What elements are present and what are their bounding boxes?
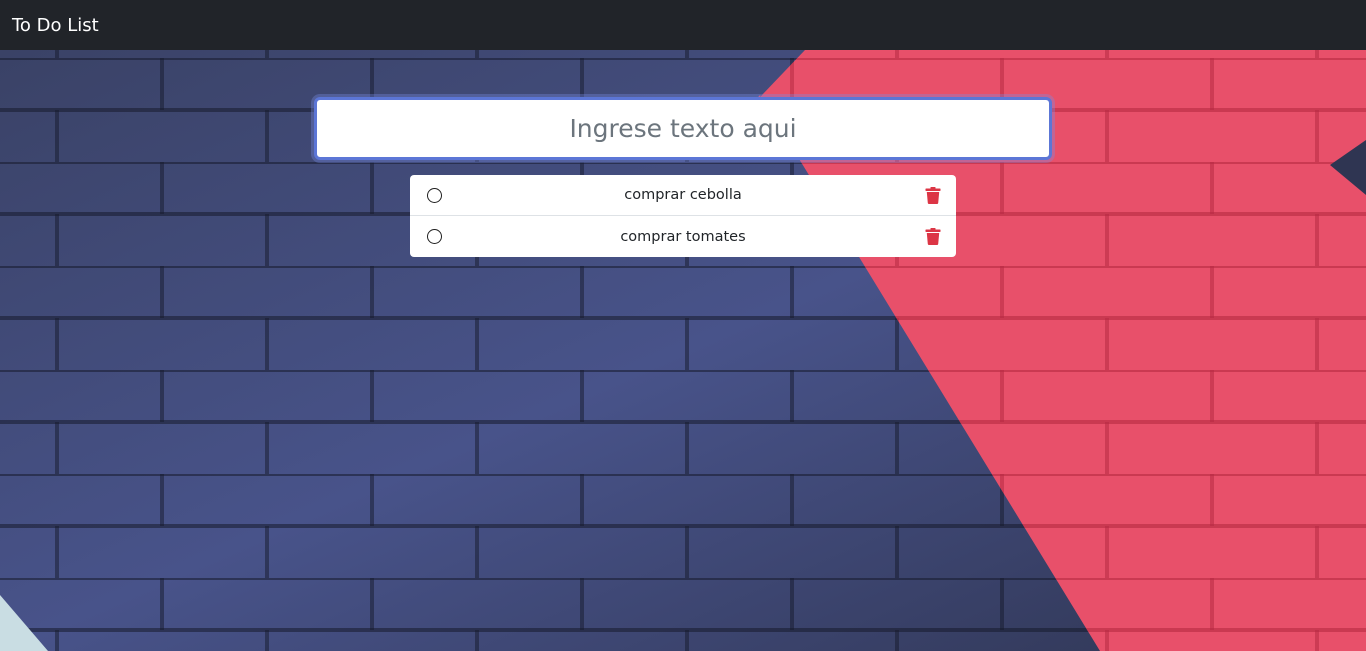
navbar: To Do List (0, 0, 1366, 50)
todo-item-text: comprar cebolla (624, 187, 742, 203)
circle-outline-icon[interactable] (427, 229, 442, 244)
todo-item: comprar tomates (410, 216, 956, 257)
circle-outline-icon[interactable] (427, 188, 442, 203)
todo-input[interactable] (314, 97, 1052, 160)
todo-item: comprar cebolla (410, 175, 956, 216)
todo-list: comprar cebolla comprar tomates (410, 175, 956, 257)
todo-item-text: comprar tomates (620, 228, 746, 245)
trash-icon[interactable] (925, 187, 941, 204)
trash-icon[interactable] (925, 228, 941, 245)
todo-input-wrapper (314, 97, 1052, 160)
app-title[interactable]: To Do List (12, 15, 99, 36)
